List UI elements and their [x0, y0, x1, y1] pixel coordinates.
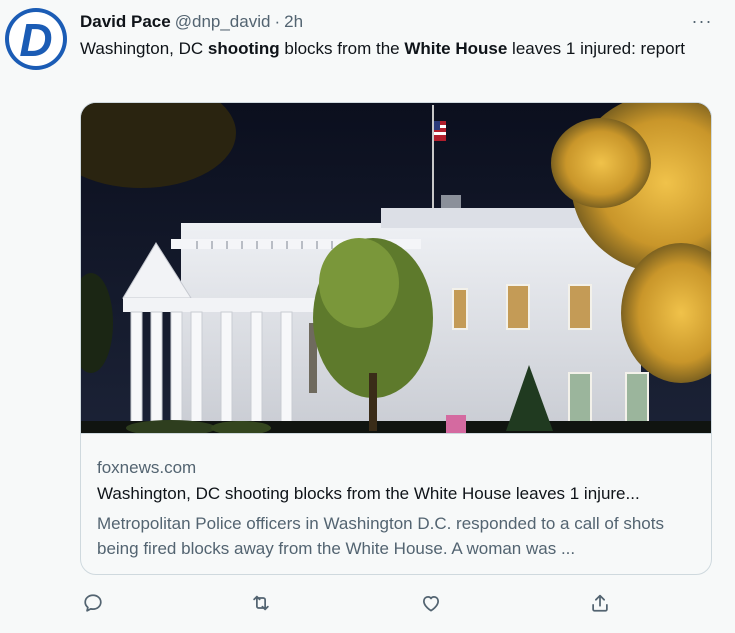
tweet-text-part: Washington, DC: [80, 39, 208, 58]
tweet-timestamp[interactable]: 2h: [284, 12, 303, 32]
tweet[interactable]: D David Pace @dnp_david · 2h ··· Washing…: [0, 0, 735, 633]
author-handle[interactable]: @dnp_david: [175, 12, 271, 32]
link-card[interactable]: foxnews.com Washington, DC shooting bloc…: [80, 102, 712, 575]
tweet-text-part-bold[interactable]: shooting: [208, 39, 280, 58]
more-options-icon[interactable]: ···: [689, 10, 715, 32]
header-separator: ·: [274, 12, 281, 31]
tweet-text-part: blocks from the: [279, 39, 405, 58]
tweet-text-part: leaves 1 injured: report: [507, 39, 685, 58]
reply-icon: [84, 594, 102, 612]
white-house-at-night-image[interactable]: [81, 103, 711, 433]
tweet-text: Washington, DC shooting blocks from the …: [80, 37, 710, 61]
card-title[interactable]: Washington, DC shooting blocks from the …: [97, 484, 697, 504]
tweet-actions: [80, 590, 640, 616]
share-button[interactable]: [587, 590, 613, 616]
reply-button[interactable]: [80, 590, 106, 616]
avatar-logo-letter: D: [19, 14, 53, 66]
card-divider: [81, 433, 711, 434]
author-display-name[interactable]: David Pace: [80, 12, 171, 32]
card-description: Metropolitan Police officers in Washingt…: [97, 514, 664, 558]
like-icon: [422, 595, 440, 612]
share-icon: [592, 594, 608, 612]
retweet-button[interactable]: [248, 590, 274, 616]
card-domain[interactable]: foxnews.com: [97, 458, 196, 478]
tweet-text-part-bold[interactable]: White House: [404, 39, 507, 58]
avatar-inner: D: [9, 12, 63, 66]
like-button[interactable]: [418, 590, 444, 616]
retweet-icon: [253, 595, 269, 611]
avatar[interactable]: D: [5, 8, 67, 70]
tweet-header: David Pace @dnp_david · 2h: [80, 11, 303, 33]
